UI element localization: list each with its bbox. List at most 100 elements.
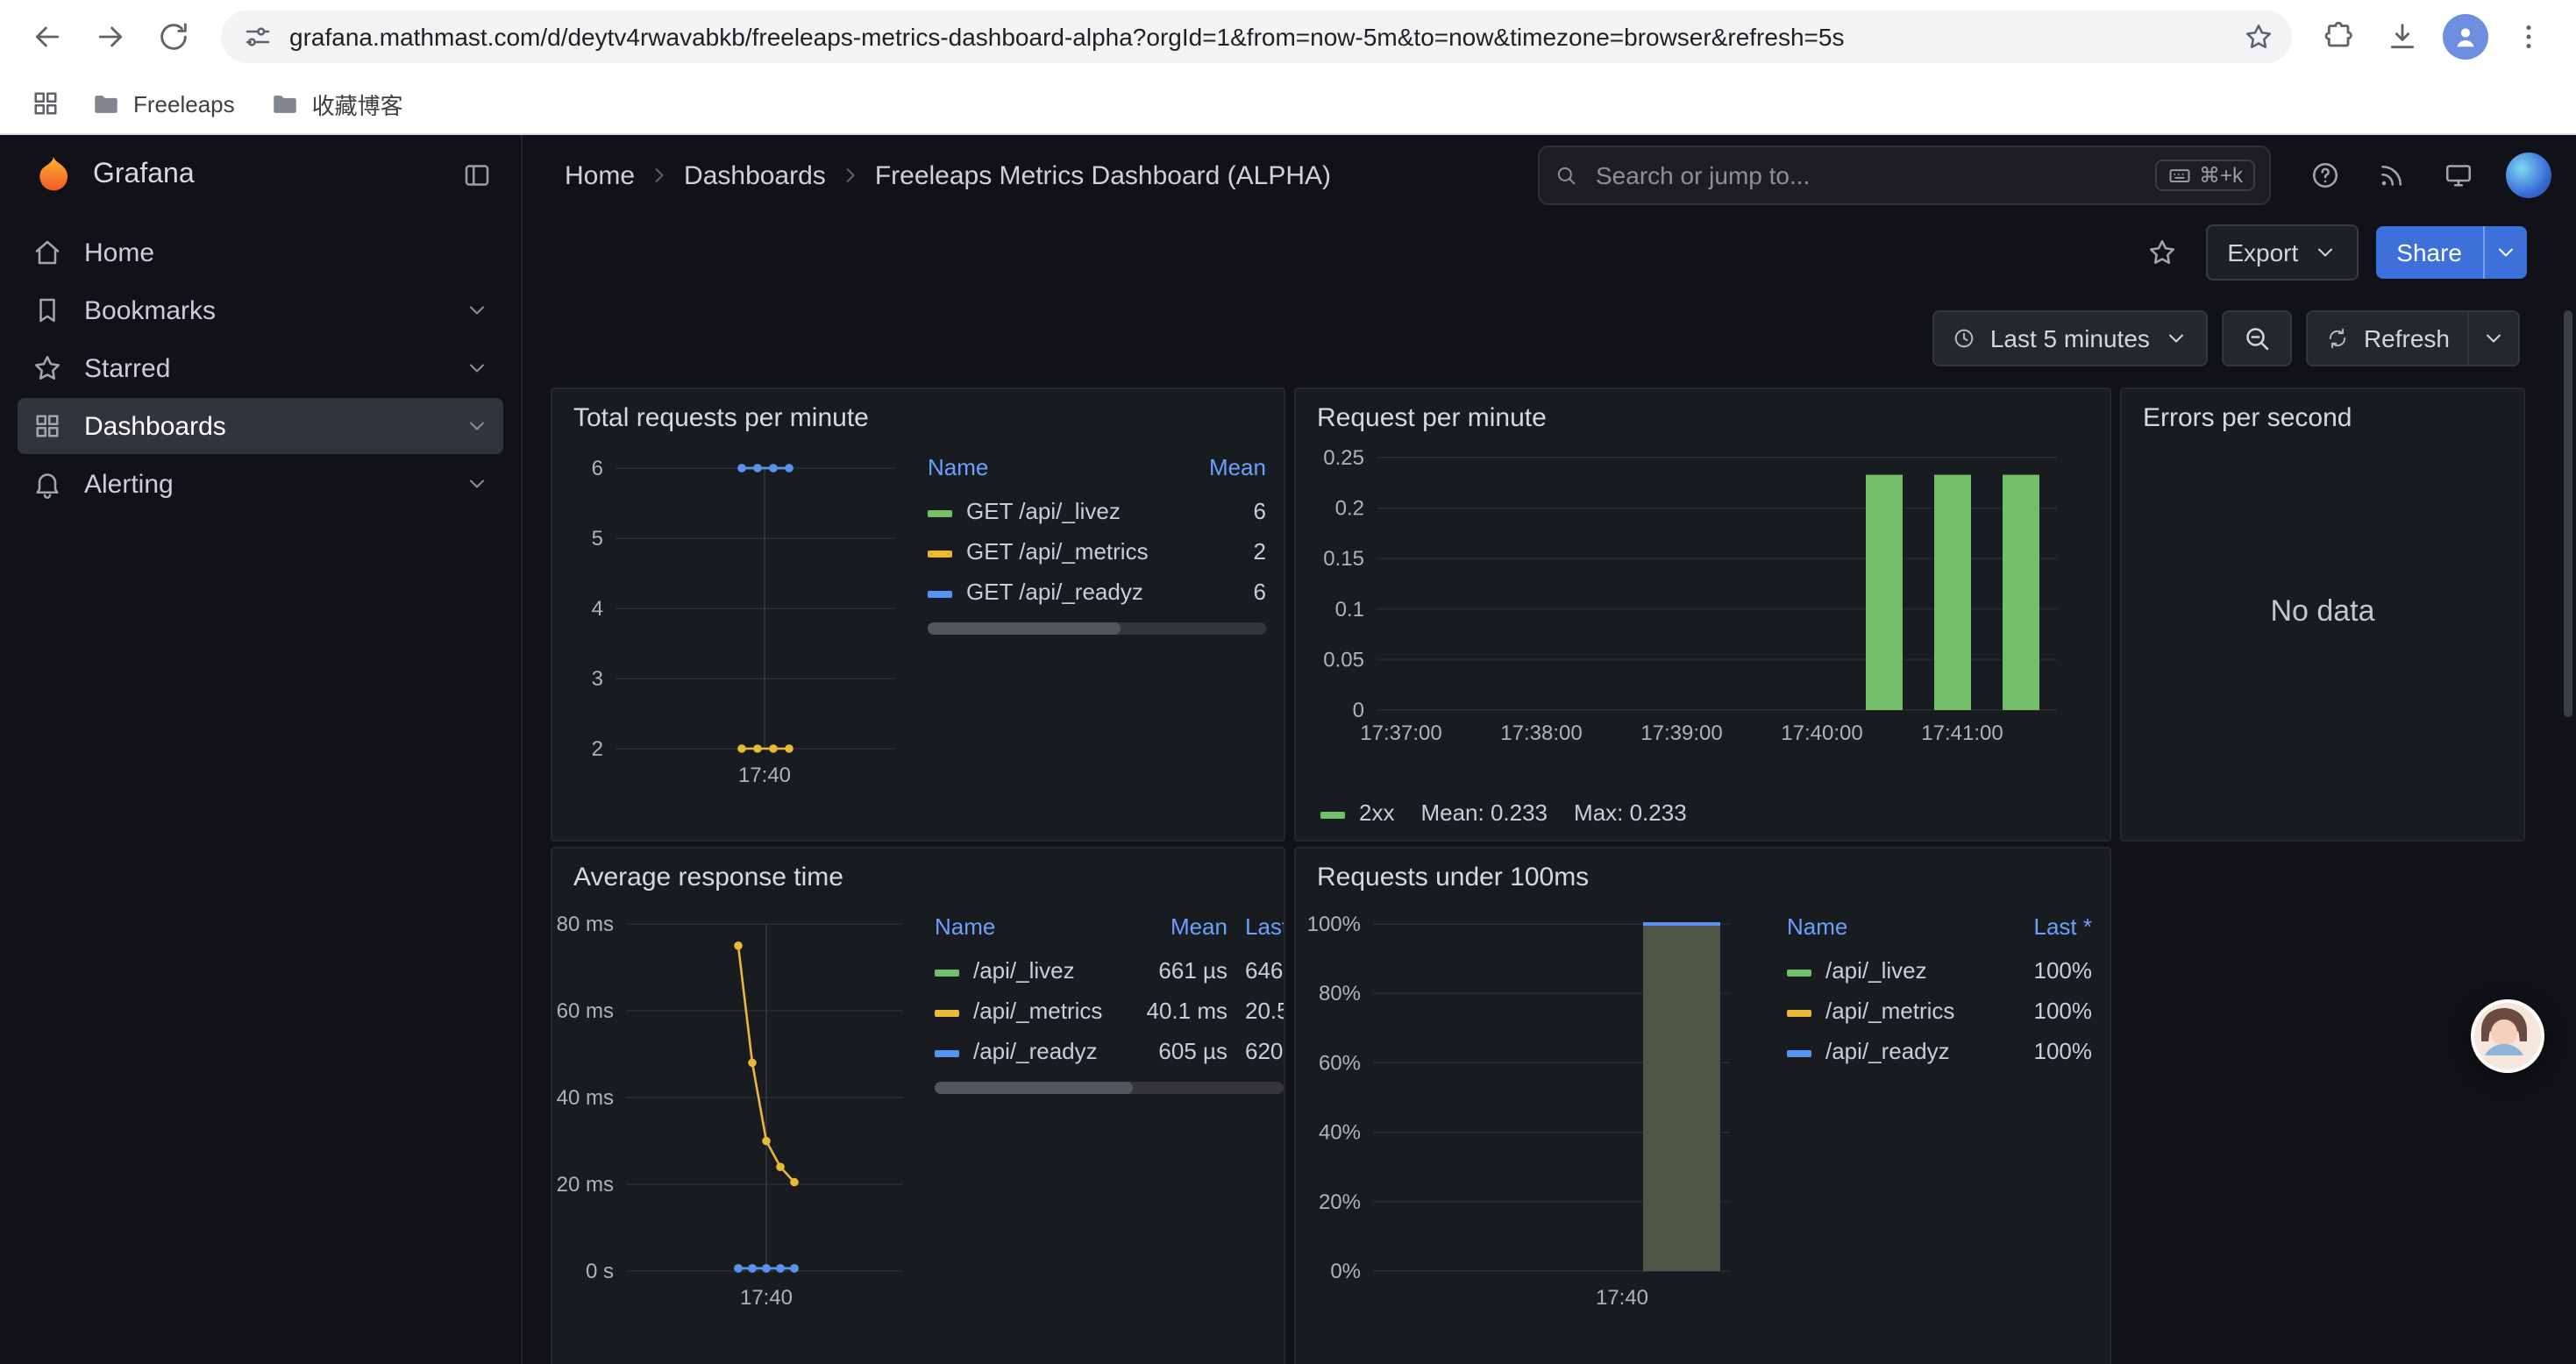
series-name: /api/_livez <box>1825 957 1927 984</box>
legend-row[interactable]: /api/_metrics 40.1 ms 20.5 ms <box>935 991 1284 1031</box>
search-input[interactable] <box>1592 160 2141 191</box>
page-scrollbar[interactable] <box>2564 310 2572 717</box>
refresh-icon <box>2325 326 2350 351</box>
legend-scrollbar[interactable] <box>928 622 1266 635</box>
svg-text:4: 4 <box>592 597 603 621</box>
bookmark-folder-freeleaps[interactable]: Freeleaps <box>77 82 249 125</box>
legend-row[interactable]: /api/_livez 661 µs 646 <box>935 950 1284 991</box>
legend-request-per-minute[interactable]: 2xx Mean: 0.233 Max: 0.233 <box>1296 792 2110 826</box>
monitor-icon[interactable] <box>2432 149 2485 202</box>
site-info-icon[interactable] <box>242 21 274 53</box>
legend-scrollbar[interactable] <box>935 1082 1284 1094</box>
app-header: Home Dashboards Freeleaps Metrics Dashbo… <box>523 135 2576 216</box>
floating-avatar-overlay[interactable] <box>2471 999 2544 1073</box>
refresh-button[interactable]: Refresh <box>2308 312 2467 365</box>
legend-row[interactable]: /api/_readyz 605 µs 620 <box>935 1031 1284 1071</box>
chart-total-requests[interactable]: 6543217:40 <box>552 437 910 842</box>
star-icon <box>32 352 63 384</box>
apps-grid-icon[interactable] <box>21 79 70 128</box>
back-button[interactable] <box>18 7 77 67</box>
sidebar-item-starred[interactable]: Starred <box>18 340 503 396</box>
svg-text:80%: 80% <box>1319 982 1361 1005</box>
legend-header-mean[interactable]: Mean <box>1126 910 1228 950</box>
help-icon[interactable] <box>2299 149 2352 202</box>
panel-title[interactable]: Request per minute <box>1296 389 2110 437</box>
panel-title[interactable]: Average response time <box>552 849 1284 896</box>
folder-icon <box>91 89 121 118</box>
grafana-logo[interactable] <box>32 153 75 197</box>
legend-header-name[interactable]: Name <box>928 451 1175 491</box>
sidebar-item-bookmarks[interactable]: Bookmarks <box>18 282 503 338</box>
series-last: 100% <box>1997 1031 2092 1071</box>
downloads-icon[interactable] <box>2373 7 2432 67</box>
legend-scrollbar-thumb[interactable] <box>935 1082 1134 1094</box>
reload-button[interactable] <box>144 7 203 67</box>
browser-menu-icon[interactable] <box>2499 7 2558 67</box>
panel-title[interactable]: Total requests per minute <box>552 389 1284 437</box>
search-box[interactable]: ⌘+k <box>1538 146 2271 205</box>
legend-requests-under-100ms: Name Last * /api/_livez 100% /a <box>1741 896 2110 1071</box>
legend-row[interactable]: /api/_livez 100% <box>1787 950 2092 991</box>
share-button[interactable]: Share <box>2375 226 2483 279</box>
zoom-out-button[interactable] <box>2222 310 2292 366</box>
legend-row[interactable]: GET /api/_readyz 6 <box>928 572 1266 612</box>
refresh-interval-caret[interactable] <box>2467 312 2518 365</box>
svg-text:17:37:00: 17:37:00 <box>1360 721 1441 745</box>
legend-header-name[interactable]: Name <box>935 910 1126 950</box>
legend-header-mean[interactable]: Mean <box>1175 451 1266 491</box>
rss-icon[interactable] <box>2366 149 2418 202</box>
chevron-down-icon[interactable] <box>465 472 489 496</box>
grafana-app: Grafana Home Bookmarks Starred <box>0 135 2576 1364</box>
legend-row[interactable]: /api/_readyz 100% <box>1787 1031 2092 1071</box>
browser-profile-avatar[interactable] <box>2443 14 2488 60</box>
chevron-down-icon[interactable] <box>465 298 489 323</box>
series-color-swatch <box>1787 1049 1811 1056</box>
breadcrumb: Home Dashboards Freeleaps Metrics Dashbo… <box>565 160 1331 190</box>
bookmark-folder-blogs[interactable]: 收藏博客 <box>256 80 417 127</box>
series-mean: 2 <box>1175 531 1266 572</box>
dock-sidebar-icon[interactable] <box>461 160 493 191</box>
chevron-down-icon[interactable] <box>465 414 489 438</box>
legend-row[interactable]: /api/_metrics 100% <box>1787 991 2092 1031</box>
share-menu-caret[interactable] <box>2483 226 2527 279</box>
legend-row[interactable]: GET /api/_metrics 2 <box>928 531 1266 572</box>
home-icon <box>32 237 63 268</box>
bookmark-label: Freeleaps <box>133 90 235 117</box>
panel-title[interactable]: Requests under 100ms <box>1296 849 2110 896</box>
chart-average-response-time[interactable]: 80 ms60 ms40 ms20 ms0 s17:40 <box>552 896 917 1346</box>
dashboards-grid-icon <box>32 410 63 442</box>
svg-text:17:40: 17:40 <box>740 1286 793 1310</box>
sidebar-item-label: Bookmarks <box>84 295 216 325</box>
breadcrumb-home[interactable]: Home <box>565 160 635 190</box>
legend-row[interactable]: GET /api/_livez 6 <box>928 491 1266 531</box>
series-name: GET /api/_metrics <box>966 538 1149 565</box>
url-text[interactable]: grafana.mathmast.com/d/deytv4rwavabkb/fr… <box>289 23 2220 51</box>
export-button[interactable]: Export <box>2206 224 2358 281</box>
user-avatar[interactable] <box>2506 153 2551 198</box>
legend-scrollbar-thumb[interactable] <box>928 622 1121 635</box>
address-bar[interactable]: grafana.mathmast.com/d/deytv4rwavabkb/fr… <box>221 11 2292 63</box>
sidebar-item-label: Starred <box>84 353 170 383</box>
favorite-star-icon[interactable] <box>2136 226 2188 279</box>
sidebar-item-dashboards[interactable]: Dashboards <box>18 398 503 454</box>
legend-header-name[interactable]: Name <box>1787 910 1997 950</box>
time-range-picker[interactable]: Last 5 minutes <box>1932 310 2208 366</box>
extensions-icon[interactable] <box>2309 7 2369 67</box>
sidebar-item-alerting[interactable]: Alerting <box>18 456 503 512</box>
chart-request-per-minute[interactable]: 0.250.20.150.10.05017:37:0017:38:0017:39… <box>1296 437 2110 792</box>
svg-text:17:40:00: 17:40:00 <box>1781 721 1862 745</box>
brand-name: Grafana <box>93 160 195 191</box>
chart-requests-under-100ms[interactable]: 100%80%60%40%20%0%17:40 <box>1296 896 1741 1346</box>
legend-header-last[interactable]: Last * <box>1997 910 2092 950</box>
chevron-down-icon[interactable] <box>465 356 489 380</box>
forward-button[interactable] <box>81 7 140 67</box>
sidebar-item-home[interactable]: Home <box>18 224 503 281</box>
panel-errors-per-second: Errors per second No data <box>2120 387 2525 842</box>
legend-header-last[interactable]: Last * <box>1228 910 1284 950</box>
breadcrumb-dashboards[interactable]: Dashboards <box>684 160 826 190</box>
bookmark-star-icon[interactable] <box>2236 14 2281 60</box>
svg-text:17:39:00: 17:39:00 <box>1640 721 1722 745</box>
series-name: GET /api/_readyz <box>966 579 1143 605</box>
zoom-out-icon <box>2241 323 2273 354</box>
panel-title[interactable]: Errors per second <box>2122 389 2523 437</box>
